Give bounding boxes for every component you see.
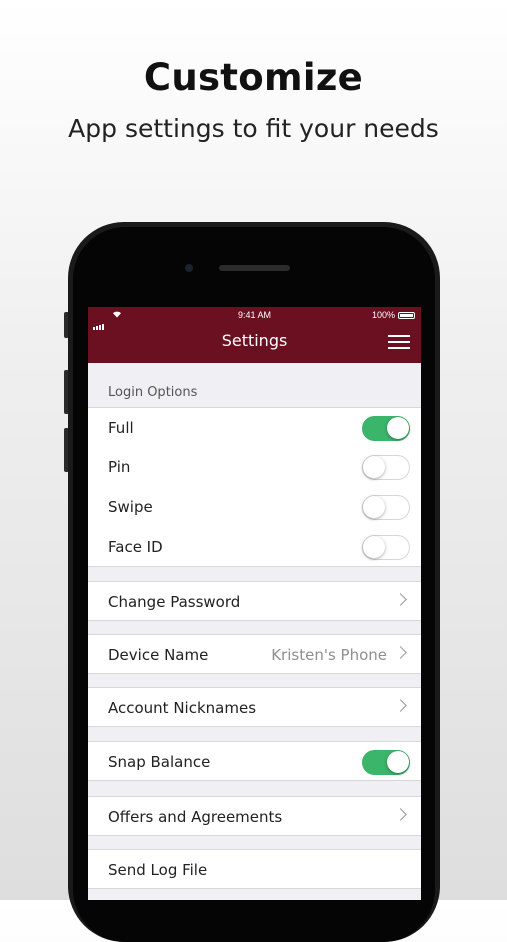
- login-option-label: Face ID: [108, 538, 163, 556]
- login-option-face-id: Face ID: [88, 527, 421, 567]
- change-password-row[interactable]: Change Password: [88, 581, 421, 621]
- snap-balance-toggle[interactable]: [362, 750, 410, 775]
- send-log-file-label: Send Log File: [108, 861, 208, 879]
- battery-percent: 100%: [371, 310, 395, 320]
- battery-icon: [398, 312, 415, 319]
- toggle-knob: [387, 417, 409, 439]
- front-camera: [185, 264, 193, 272]
- chevron-right-icon: [394, 808, 407, 821]
- login-option-swipe: Swipe: [88, 487, 421, 528]
- toggle-knob: [363, 496, 385, 518]
- login-option-label: Full: [108, 419, 134, 437]
- nav-bar: 9:41 AM 100% Settings: [88, 307, 421, 363]
- device-name-value: Kristen's Phone: [271, 646, 387, 664]
- toggle-knob: [387, 751, 409, 773]
- swipe-login-toggle[interactable]: [362, 495, 410, 520]
- pin-login-toggle[interactable]: [362, 455, 410, 480]
- device-name-label: Device Name: [108, 646, 209, 664]
- send-log-file-row[interactable]: Send Log File: [88, 849, 421, 889]
- promo-headline: Customize: [143, 56, 364, 99]
- full-login-toggle[interactable]: [362, 416, 410, 441]
- device-name-row[interactable]: Device Name Kristen's Phone: [88, 634, 421, 674]
- phone-screen: 9:41 AM 100% Settings Login Options Full…: [88, 307, 421, 900]
- snap-balance-row: Snap Balance: [88, 741, 421, 781]
- toggle-knob: [363, 536, 385, 558]
- promo-subline: App settings to fit your needs: [68, 114, 439, 143]
- login-option-pin: Pin: [88, 447, 421, 488]
- snap-balance-label: Snap Balance: [108, 753, 211, 771]
- toggle-knob: [363, 456, 385, 478]
- login-option-full: Full: [88, 407, 421, 448]
- offers-agreements-row[interactable]: Offers and Agreements: [88, 796, 421, 836]
- offers-agreements-label: Offers and Agreements: [108, 808, 283, 826]
- login-options-header: Login Options: [88, 373, 421, 407]
- account-nicknames-row[interactable]: Account Nicknames: [88, 687, 421, 727]
- chevron-right-icon: [394, 646, 407, 659]
- login-option-label: Pin: [108, 458, 131, 476]
- page-title: Settings: [221, 331, 288, 350]
- chevron-right-icon: [394, 699, 407, 712]
- face-id-login-toggle[interactable]: [362, 535, 410, 560]
- status-bar: 9:41 AM 100%: [88, 307, 421, 330]
- account-nicknames-label: Account Nicknames: [108, 699, 257, 717]
- earpiece-speaker: [219, 265, 290, 271]
- login-option-label: Swipe: [108, 498, 153, 516]
- section-header-label: Login Options: [108, 385, 198, 400]
- change-password-label: Change Password: [108, 593, 241, 611]
- hamburger-menu-icon[interactable]: [388, 334, 410, 350]
- chevron-right-icon: [394, 593, 407, 606]
